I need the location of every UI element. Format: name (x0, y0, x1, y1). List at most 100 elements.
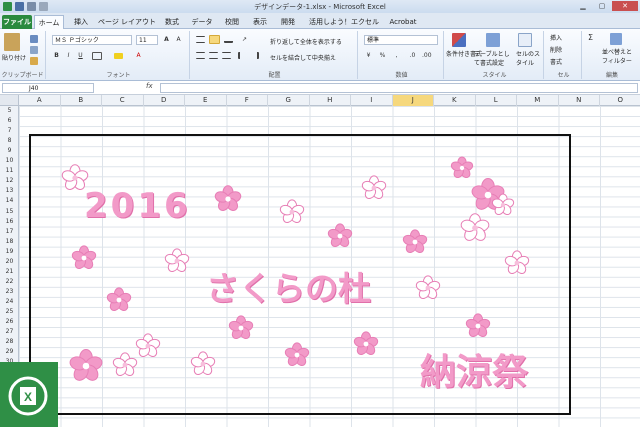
insert-cells-button[interactable]: 挿入 (550, 33, 562, 42)
row-header-8[interactable]: 8 (0, 136, 19, 146)
cell-styles-icon[interactable] (518, 33, 532, 47)
decrease-decimal-icon[interactable]: .00 (422, 51, 432, 60)
wrap-text-button[interactable]: 折り返して全体を表示する (270, 37, 342, 46)
row-header-5[interactable]: 5 (0, 106, 19, 116)
shrink-font-icon[interactable]: A (174, 35, 183, 44)
comma-icon[interactable]: , (392, 51, 401, 60)
cell-styles-button[interactable]: セルのスタイル (516, 49, 542, 67)
column-header-E[interactable]: E (185, 95, 227, 106)
tab-excel-tips[interactable]: 活用しよう！エクセル (304, 15, 384, 29)
delete-cells-button[interactable]: 削除 (550, 45, 562, 54)
row-header-26[interactable]: 26 (0, 317, 19, 327)
column-header-J[interactable]: J (392, 95, 434, 106)
format-cells-button[interactable]: 書式 (550, 57, 562, 66)
tab-data[interactable]: データ (188, 15, 216, 29)
row-header-21[interactable]: 21 (0, 267, 19, 277)
row-header-20[interactable]: 20 (0, 257, 19, 267)
format-as-table-button[interactable]: テーブルとして書式設定 (474, 49, 514, 67)
column-header-A[interactable]: A (19, 95, 61, 106)
tab-page-layout[interactable]: ページ レイアウト (96, 15, 158, 29)
row-header-6[interactable]: 6 (0, 116, 19, 126)
formula-input[interactable] (160, 83, 638, 93)
row-header-27[interactable]: 27 (0, 327, 19, 337)
orientation-icon[interactable]: ↗ (240, 35, 249, 44)
font-name-select[interactable]: ＭＳ Ｐゴシック (52, 35, 132, 45)
autosum-icon[interactable]: Σ (586, 33, 595, 42)
row-header-12[interactable]: 12 (0, 176, 19, 186)
align-center-icon[interactable] (209, 52, 218, 59)
tab-developer[interactable]: 開発 (276, 15, 300, 29)
row-header-25[interactable]: 25 (0, 307, 19, 317)
row-header-15[interactable]: 15 (0, 207, 19, 217)
paste-button[interactable]: 貼り付け (2, 53, 26, 62)
font-color-icon[interactable]: A (134, 51, 143, 60)
tab-file[interactable]: ファイル (2, 15, 32, 29)
row-header-29[interactable]: 29 (0, 347, 19, 357)
grow-font-icon[interactable]: A (162, 35, 171, 44)
conditional-format-icon[interactable] (452, 33, 466, 47)
tab-formulas[interactable]: 数式 (160, 15, 184, 29)
row-header-18[interactable]: 18 (0, 237, 19, 247)
close-icon[interactable]: ✕ (612, 1, 638, 11)
tab-review[interactable]: 校閲 (220, 15, 244, 29)
align-middle-icon[interactable] (209, 35, 220, 44)
italic-icon[interactable]: I (64, 51, 73, 60)
row-header-9[interactable]: 9 (0, 146, 19, 156)
copy-icon[interactable] (30, 46, 38, 54)
row-header-16[interactable]: 16 (0, 217, 19, 227)
column-header-F[interactable]: F (227, 95, 268, 106)
name-box[interactable]: J40 (2, 83, 94, 93)
format-as-table-icon[interactable] (486, 33, 500, 47)
underline-icon[interactable]: U (76, 51, 85, 60)
borders-icon[interactable] (92, 52, 102, 60)
bold-icon[interactable]: B (52, 51, 61, 60)
align-top-icon[interactable] (196, 36, 205, 43)
row-header-24[interactable]: 24 (0, 297, 19, 307)
row-header-14[interactable]: 14 (0, 196, 19, 206)
row-header-10[interactable]: 10 (0, 156, 19, 166)
column-header-G[interactable]: G (268, 95, 310, 106)
tab-acrobat[interactable]: Acrobat (386, 15, 420, 29)
row-header-28[interactable]: 28 (0, 337, 19, 347)
minimize-icon[interactable]: ▁ (574, 1, 592, 11)
paste-icon[interactable] (4, 33, 20, 51)
row-header-23[interactable]: 23 (0, 287, 19, 297)
column-header-C[interactable]: C (102, 95, 144, 106)
row-header-17[interactable]: 17 (0, 227, 19, 237)
row-header-13[interactable]: 13 (0, 186, 19, 196)
maximize-icon[interactable]: ▢ (593, 1, 611, 11)
align-left-icon[interactable] (196, 52, 205, 59)
align-bottom-icon[interactable] (224, 36, 233, 43)
increase-decimal-icon[interactable]: .0 (408, 51, 417, 60)
tab-view[interactable]: 表示 (248, 15, 272, 29)
decrease-indent-icon[interactable] (238, 52, 247, 59)
row-header-11[interactable]: 11 (0, 166, 19, 176)
increase-indent-icon[interactable] (250, 52, 259, 59)
cut-icon[interactable] (30, 35, 38, 43)
select-all-corner[interactable] (0, 95, 19, 106)
align-right-icon[interactable] (222, 52, 231, 59)
font-size-select[interactable]: 11 (136, 35, 158, 45)
column-header-I[interactable]: I (351, 95, 393, 106)
column-header-M[interactable]: M (517, 95, 559, 106)
tab-insert[interactable]: 挿入 (68, 15, 94, 29)
column-header-O[interactable]: O (600, 95, 640, 106)
currency-icon[interactable]: ¥ (364, 51, 373, 60)
row-header-19[interactable]: 19 (0, 247, 19, 257)
column-header-H[interactable]: H (310, 95, 351, 106)
row-header-22[interactable]: 22 (0, 277, 19, 287)
column-header-K[interactable]: K (434, 95, 476, 106)
percent-icon[interactable]: % (378, 51, 387, 60)
fill-color-icon[interactable] (114, 53, 123, 59)
sort-filter-icon[interactable] (610, 33, 622, 45)
tab-home[interactable]: ホーム (34, 15, 64, 29)
fx-icon[interactable]: fx (146, 82, 153, 90)
merge-center-button[interactable]: セルを結合して中央揃え (270, 53, 336, 62)
format-painter-icon[interactable] (30, 57, 38, 65)
sort-filter-button[interactable]: 並べ替えとフィルター (602, 47, 638, 65)
column-header-D[interactable]: D (144, 95, 185, 106)
column-header-L[interactable]: L (476, 95, 517, 106)
column-header-B[interactable]: B (61, 95, 102, 106)
column-header-N[interactable]: N (559, 95, 600, 106)
number-format-select[interactable]: 標準 (364, 35, 438, 45)
